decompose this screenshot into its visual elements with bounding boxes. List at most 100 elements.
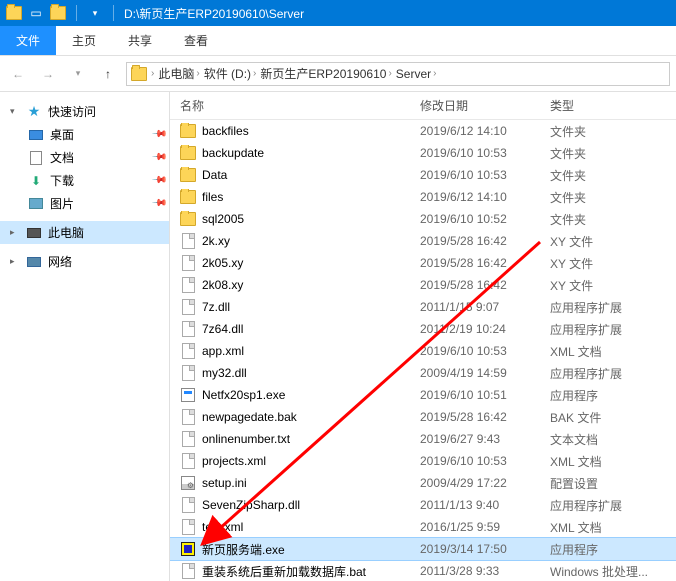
navigation-row: ← → ▾ ↑ › 此电脑 › 软件 (D:) ›新页生产ERP20190610 … <box>0 56 676 92</box>
breadcrumb-segment[interactable]: 新页生产ERP20190610 › <box>260 65 391 82</box>
file-type: Windows 批处理... <box>550 563 676 580</box>
file-row[interactable]: 重装系统后重新加载数据库.bat2011/3/28 9:33Windows 批处… <box>170 560 676 581</box>
column-header-name[interactable]: 名称 <box>170 97 420 114</box>
ribbon-tab[interactable]: 文件 <box>0 26 56 55</box>
file-name: onlinenumber.txt <box>202 432 290 446</box>
file-type: 应用程序扩展 <box>550 365 676 382</box>
breadcrumb-segment[interactable]: 软件 (D:) › <box>204 65 257 82</box>
file-row[interactable]: 2k08.xy 2019/5/28 16:42XY 文件 <box>170 274 676 296</box>
file-row[interactable]: 2k.xy2019/5/28 16:42XY 文件 <box>170 230 676 252</box>
file-name: files <box>202 190 223 204</box>
ribbon-tab[interactable]: 共享 <box>112 26 168 55</box>
file-date: 2019/6/10 10:53 <box>420 344 550 358</box>
file-row[interactable]: newpagedate.bak2019/5/28 16:42BAK 文件 <box>170 406 676 428</box>
file-row[interactable]: 2k05.xy2019/5/28 16:42XY 文件 <box>170 252 676 274</box>
file-name: 2k.xy <box>202 234 230 248</box>
column-header-date[interactable]: 修改日期 <box>420 97 550 114</box>
sidebar-item-label: 此电脑 <box>48 224 84 241</box>
file-name: backfiles <box>202 124 249 138</box>
chevron-right-icon[interactable]: › <box>196 68 199 79</box>
file-row[interactable]: app.xml2019/6/10 10:53XML 文档 <box>170 340 676 362</box>
qat-newfolder-icon[interactable] <box>50 5 66 21</box>
nav-back-button[interactable]: ← <box>6 62 30 86</box>
file-row[interactable]: Data2019/6/10 10:53文件夹 <box>170 164 676 186</box>
file-date: 2019/5/28 16:42 <box>420 278 550 292</box>
file-type: 应用程序扩展 <box>550 321 676 338</box>
file-type: XY 文件 <box>550 255 676 272</box>
file-icon <box>180 145 196 161</box>
file-row[interactable]: SevenZipSharp.dll2011/1/13 9:40应用程序扩展 <box>170 494 676 516</box>
file-name: 7z64.dll <box>202 322 243 336</box>
file-row[interactable]: files2019/6/12 14:10文件夹 <box>170 186 676 208</box>
file-row[interactable]: projects.xml2019/6/10 10:53XML 文档 <box>170 450 676 472</box>
sidebar-quick-item[interactable]: ⬇下载📌 <box>0 169 169 192</box>
ribbon-tab[interactable]: 查看 <box>168 26 224 55</box>
file-icon <box>180 233 196 249</box>
file-date: 2019/6/10 10:53 <box>420 168 550 182</box>
breadcrumb-segment[interactable]: 此电脑 › <box>158 65 199 82</box>
file-date: 2019/6/10 10:53 <box>420 454 550 468</box>
file-type: XY 文件 <box>550 277 676 294</box>
file-type: XML 文档 <box>550 519 676 536</box>
sidebar-quick-access[interactable]: ▾ ★ 快速访问 <box>0 100 169 123</box>
file-row[interactable]: my32.dll 2009/4/19 14:59应用程序扩展 <box>170 362 676 384</box>
file-row[interactable]: test.xml2016/1/25 9:59XML 文档 <box>170 516 676 538</box>
sidebar-this-pc[interactable]: ▸ 此电脑 <box>0 221 169 244</box>
file-name: sql2005 <box>202 212 244 226</box>
file-date: 2011/2/19 10:24 <box>420 322 550 336</box>
sidebar-quick-item[interactable]: 图片📌 <box>0 192 169 215</box>
file-type: XML 文档 <box>550 343 676 360</box>
file-row[interactable]: 新页服务端.exe2019/3/14 17:50应用程序 <box>170 538 676 560</box>
file-row[interactable]: sql2005 2019/6/10 10:52文件夹 <box>170 208 676 230</box>
file-row[interactable]: onlinenumber.txt 2019/6/27 9:43文本文档 <box>170 428 676 450</box>
nav-forward-button[interactable]: → <box>36 62 60 86</box>
file-name: test.xml <box>202 520 243 534</box>
window-titlebar: ▭ ▾ D:\新页生产ERP20190610\Server <box>0 0 676 26</box>
file-date: 2019/6/12 14:10 <box>420 124 550 138</box>
sidebar-network[interactable]: ▸ 网络 <box>0 250 169 273</box>
file-type: 应用程序 <box>550 387 676 404</box>
file-date: 2011/1/13 9:40 <box>420 498 550 512</box>
chevron-right-icon[interactable]: ▸ <box>10 256 20 267</box>
column-header-type[interactable]: 类型 <box>550 97 676 114</box>
qat-dropdown-icon[interactable]: ▾ <box>87 5 103 21</box>
file-date: 2019/6/10 10:52 <box>420 212 550 226</box>
qat-properties-icon[interactable]: ▭ <box>28 5 44 21</box>
file-row[interactable]: setup.ini2009/4/29 17:22配置设置 <box>170 472 676 494</box>
main-area: ▾ ★ 快速访问 桌面📌文档📌⬇下载📌图片📌 ▸ 此电脑 ▸ 网络 名称 修改日… <box>0 92 676 581</box>
file-type: 文件夹 <box>550 211 676 228</box>
file-name: 2k08.xy <box>202 278 243 292</box>
file-icon <box>180 431 196 447</box>
chevron-right-icon[interactable]: ▸ <box>10 227 20 238</box>
nav-up-button[interactable]: ↑ <box>96 62 120 86</box>
file-type: 配置设置 <box>550 475 676 492</box>
file-row[interactable]: Netfx20sp1.exe2019/6/10 10:51应用程序 <box>170 384 676 406</box>
file-date: 2009/4/19 14:59 <box>420 366 550 380</box>
file-icon <box>180 167 196 183</box>
sidebar-item-label: 快速访问 <box>48 103 96 120</box>
chevron-down-icon[interactable]: ▾ <box>10 106 20 117</box>
file-date: 2019/6/27 9:43 <box>420 432 550 446</box>
address-bar[interactable]: › 此电脑 › 软件 (D:) ›新页生产ERP20190610 › Server … <box>126 62 670 86</box>
file-type: 文本文档 <box>550 431 676 448</box>
file-row[interactable]: backupdate2019/6/10 10:53文件夹 <box>170 142 676 164</box>
breadcrumb-segment[interactable]: Server › <box>396 67 437 81</box>
nav-recent-dropdown[interactable]: ▾ <box>66 62 90 86</box>
file-row[interactable]: backfiles 2019/6/12 14:10文件夹 <box>170 120 676 142</box>
chevron-right-icon[interactable]: › <box>433 68 436 79</box>
file-row[interactable]: 7z64.dll 2011/2/19 10:24应用程序扩展 <box>170 318 676 340</box>
file-type: 文件夹 <box>550 123 676 140</box>
chevron-right-icon[interactable]: › <box>253 68 256 79</box>
sidebar-quick-item[interactable]: 文档📌 <box>0 146 169 169</box>
pc-icon <box>26 225 42 241</box>
file-name: projects.xml <box>202 454 266 468</box>
ribbon-tab[interactable]: 主页 <box>56 26 112 55</box>
file-row[interactable]: 7z.dll2011/1/15 9:07应用程序扩展 <box>170 296 676 318</box>
file-icon <box>180 299 196 315</box>
file-icon <box>180 123 196 139</box>
file-name: my32.dll <box>202 366 247 380</box>
sidebar-quick-item[interactable]: 桌面📌 <box>0 123 169 146</box>
chevron-right-icon[interactable]: › <box>151 68 154 79</box>
chevron-right-icon[interactable]: › <box>388 68 391 79</box>
file-icon <box>180 321 196 337</box>
